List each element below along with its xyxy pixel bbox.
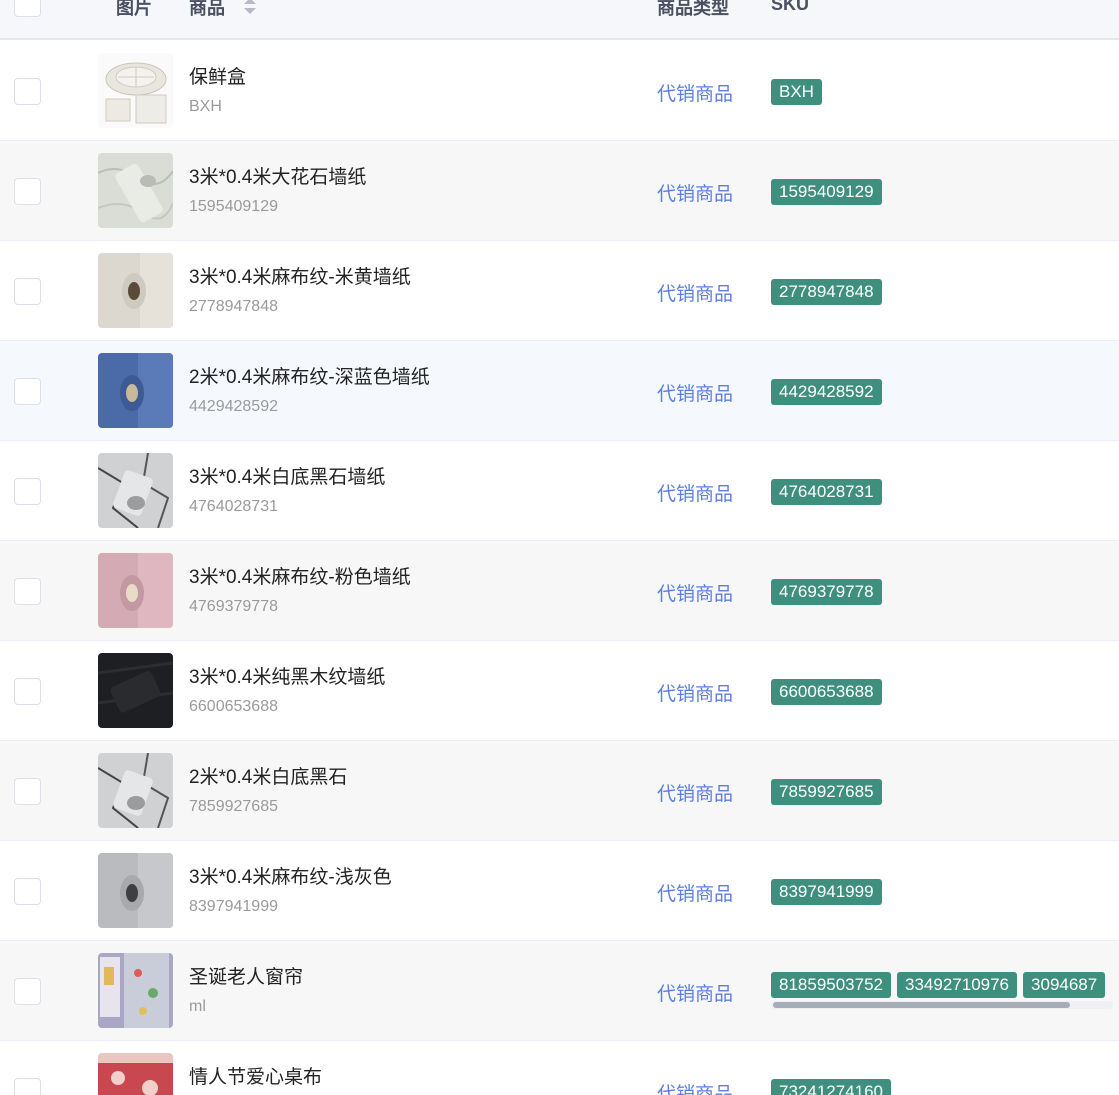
sku-tag: 4764028731 xyxy=(771,479,882,505)
sku-tags: 8397941999 xyxy=(771,879,1119,905)
product-name[interactable]: 3米*0.4米大花石墙纸 xyxy=(189,162,366,189)
product-name[interactable]: 3米*0.4米纯黑木纹墙纸 xyxy=(189,662,385,689)
product-type-link[interactable]: 代销商品 xyxy=(657,279,733,306)
product-name[interactable]: 3米*0.4米麻布纹-米黄墙纸 xyxy=(189,262,411,289)
table-row[interactable]: 3米*0.4米大花石墙纸 1595409129 代销商品 1595409129 xyxy=(0,141,1119,241)
product-type-link[interactable]: 代销商品 xyxy=(657,79,733,106)
product-type-link[interactable]: 代销商品 xyxy=(657,479,733,506)
product-code: 4764028731 xyxy=(189,498,278,515)
product-name[interactable]: 圣诞老人窗帘 xyxy=(189,962,303,989)
sku-tags: 4764028731 xyxy=(771,479,1119,505)
product-type-link[interactable]: 代销商品 xyxy=(657,879,733,906)
product-image xyxy=(98,453,173,528)
product-type-link[interactable]: 代销商品 xyxy=(657,179,733,206)
row-checkbox[interactable] xyxy=(14,578,41,605)
row-checkbox[interactable] xyxy=(14,978,41,1005)
product-code: 7859927685 xyxy=(189,798,278,815)
product-name[interactable]: 2米*0.4米白底黑石 xyxy=(189,762,347,789)
row-checkbox[interactable] xyxy=(14,178,41,205)
sku-tag: 81859503752 xyxy=(771,972,892,998)
product-code: 1595409129 xyxy=(189,198,278,215)
sku-tags: 2778947848 xyxy=(771,279,1119,305)
sku-tag: 73241274160 xyxy=(771,1079,892,1095)
table-row[interactable]: 3米*0.4米纯黑木纹墙纸 6600653688 代销商品 6600653688 xyxy=(0,641,1119,741)
table-row[interactable]: 3米*0.4米麻布纹-粉色墙纸 4769379778 代销商品 4769379778 xyxy=(0,541,1119,641)
row-checkbox[interactable] xyxy=(14,878,41,905)
product-code: BXH xyxy=(189,98,222,115)
sku-tag: 6600653688 xyxy=(771,679,882,705)
product-type-link[interactable]: 代销商品 xyxy=(657,579,733,606)
product-image xyxy=(98,853,173,928)
sku-scrollbar[interactable] xyxy=(771,1001,1113,1009)
sku-tag: BXH xyxy=(771,79,822,105)
sku-tag: 2778947848 xyxy=(771,279,882,305)
column-header-product[interactable]: 商品 xyxy=(189,0,225,20)
row-checkbox[interactable] xyxy=(14,378,41,405)
table-row[interactable]: 3米*0.4米麻布纹-米黄墙纸 2778947848 代销商品 2778947848 xyxy=(0,241,1119,341)
product-image xyxy=(98,53,173,128)
row-checkbox[interactable] xyxy=(14,778,41,805)
product-image xyxy=(98,353,173,428)
product-type-link[interactable]: 代销商品 xyxy=(657,1079,733,1095)
product-image xyxy=(98,753,173,828)
row-checkbox[interactable] xyxy=(14,78,41,105)
product-code: 6600653688 xyxy=(189,698,278,715)
table-row[interactable]: 3米*0.4米白底黑石墙纸 4764028731 代销商品 4764028731 xyxy=(0,441,1119,541)
sku-tag: 7859927685 xyxy=(771,779,882,805)
column-header-image: 图片 xyxy=(116,0,152,18)
select-all-checkbox[interactable] xyxy=(14,0,41,17)
table-row[interactable]: 圣诞老人窗帘 ml 代销商品 81859503752 33492710976 309468… xyxy=(0,941,1119,1041)
product-image xyxy=(98,953,173,1028)
product-name[interactable]: 保鲜盒 xyxy=(189,62,246,89)
product-code: 8397941999 xyxy=(189,898,278,915)
sku-tags: 7859927685 xyxy=(771,779,1119,805)
sku-tag: 8397941999 xyxy=(771,879,882,905)
product-code: ml xyxy=(189,998,206,1015)
sku-tags: 4769379778 xyxy=(771,579,1119,605)
sku-tag: 3094687 xyxy=(1023,972,1106,998)
sku-tag: 33492710976 xyxy=(897,972,1018,998)
product-type-link[interactable]: 代销商品 xyxy=(657,979,733,1006)
product-name[interactable]: 3米*0.4米白底黑石墙纸 xyxy=(189,462,385,489)
table-row[interactable]: 保鲜盒 BXH 代销商品 BXH xyxy=(0,41,1119,141)
product-type-link[interactable]: 代销商品 xyxy=(657,779,733,806)
table-row[interactable]: 3米*0.4米麻布纹-浅灰色 8397941999 代销商品 8397941999 xyxy=(0,841,1119,941)
sku-tags: 6600653688 xyxy=(771,679,1119,705)
row-checkbox[interactable] xyxy=(14,1078,41,1095)
column-header-type: 商品类型 xyxy=(657,0,729,18)
sku-tags: 73241274160 xyxy=(771,1079,1119,1095)
sku-tags: BXH xyxy=(771,79,1119,105)
column-header-sku: SKU xyxy=(771,0,810,14)
product-name[interactable]: 3米*0.4米麻布纹-浅灰色 xyxy=(189,862,392,889)
product-type-link[interactable]: 代销商品 xyxy=(657,679,733,706)
row-checkbox[interactable] xyxy=(14,278,41,305)
product-code: 4769379778 xyxy=(189,598,278,615)
table-header: 图片 商品 商品类型 SKU xyxy=(0,0,1119,40)
product-image xyxy=(98,653,173,728)
sku-tag: 1595409129 xyxy=(771,179,882,205)
product-image xyxy=(98,253,173,328)
row-checkbox[interactable] xyxy=(14,478,41,505)
table-row[interactable]: 2米*0.4米麻布纹-深蓝色墙纸 4429428592 代销商品 4429428592 xyxy=(0,341,1119,441)
table-row[interactable]: 情人节爱心桌布代销商品 73241274160 xyxy=(0,1041,1119,1095)
product-name[interactable]: 2米*0.4米麻布纹-深蓝色墙纸 xyxy=(189,362,430,389)
sku-tags: 81859503752 33492710976 3094687 xyxy=(771,972,1119,998)
sort-icon[interactable] xyxy=(243,0,257,16)
product-name[interactable]: 3米*0.4米麻布纹-粉色墙纸 xyxy=(189,562,411,589)
sku-tag: 4769379778 xyxy=(771,579,882,605)
sku-tags: 1595409129 xyxy=(771,179,1119,205)
table-row[interactable]: 2米*0.4米白底黑石 7859927685 代销商品 7859927685 xyxy=(0,741,1119,841)
sku-tags: 4429428592 xyxy=(771,379,1119,405)
product-type-link[interactable]: 代销商品 xyxy=(657,379,733,406)
product-code: 4429428592 xyxy=(189,398,278,415)
product-image xyxy=(98,1053,173,1095)
sku-tag: 4429428592 xyxy=(771,379,882,405)
row-checkbox[interactable] xyxy=(14,678,41,705)
product-name[interactable]: 情人节爱心桌布 xyxy=(189,1062,322,1089)
product-image xyxy=(98,153,173,228)
product-code: 2778947848 xyxy=(189,298,278,315)
product-image xyxy=(98,553,173,628)
sku-scrollbar-thumb[interactable] xyxy=(773,1002,1070,1008)
